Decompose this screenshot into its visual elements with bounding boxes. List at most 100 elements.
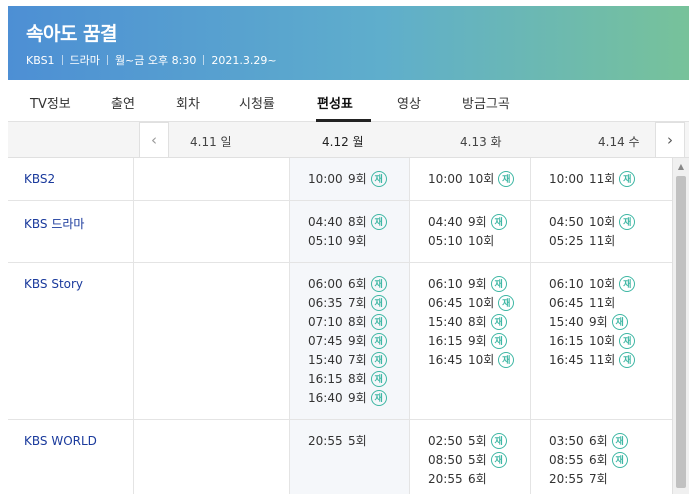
day-cell: 06:10 9회 재 06:45 10회 재 15:40 8회 재 16:15 9회 재 16:45 10…: [428, 274, 515, 369]
broadcast-slot: 15:40 8회 재: [428, 312, 514, 331]
broadcast-slot: 04:40 8회 재: [308, 212, 387, 231]
broadcast-time: 07:10: [308, 314, 343, 329]
channel-link[interactable]: KBS Story: [24, 277, 83, 291]
date-tab[interactable]: 4.14 수: [598, 133, 640, 150]
next-date-button[interactable]: ›: [655, 122, 685, 158]
scrollbar[interactable]: ▲: [672, 158, 689, 494]
broadcast-time: 04:50: [549, 214, 584, 229]
day-cell: 03:50 6회 재 08:55 6회 재 20:55 7회: [549, 431, 628, 488]
episode-number: 11회: [589, 296, 616, 310]
rerun-badge-icon: 재: [490, 213, 507, 230]
broadcast-slot: 16:15 9회 재: [428, 331, 514, 350]
episode-number: 10회: [468, 234, 495, 248]
rerun-badge-icon: 재: [619, 332, 636, 349]
rerun-badge-icon: 재: [619, 351, 636, 368]
broadcast-time: 05:10: [428, 233, 463, 248]
episode-number: 8회: [348, 315, 367, 329]
program-header: 속아도 꿈결 KBS1 드라마 월~금 오후 8:30 2021.3.29~: [8, 6, 689, 80]
day-column-bg: [133, 201, 289, 262]
date-tab-active[interactable]: 4.12 월: [322, 133, 364, 150]
broadcast-slot: 06:35 7회 재: [308, 293, 387, 312]
channel-link[interactable]: KBS 드라마: [24, 215, 84, 232]
rerun-badge-icon: 재: [619, 213, 636, 230]
schedule-grid: KBS2 10:00 9회 재 10:00 10회 재 10:00 11회 재 KBS 드라마 04:…: [8, 158, 672, 494]
tab-ratings[interactable]: 시청률: [239, 93, 275, 112]
broadcast-time: 15:40: [549, 314, 584, 329]
broadcast-slot: 16:15 10회 재: [549, 331, 636, 350]
broadcast-time: 15:40: [428, 314, 463, 329]
broadcast-time: 03:50: [549, 433, 584, 448]
rerun-badge-icon: 재: [611, 451, 628, 468]
episode-number: 11회: [589, 234, 616, 248]
episode-number: 6회: [348, 277, 367, 291]
broadcast-time: 06:35: [308, 295, 343, 310]
tab-that-song[interactable]: 방금그곡: [462, 93, 510, 112]
day-cell: 10:00 10회 재: [428, 169, 515, 188]
prev-date-button[interactable]: ‹: [139, 122, 169, 158]
rerun-badge-icon: 재: [370, 294, 387, 311]
broadcast-time: 05:10: [308, 233, 343, 248]
broadcast-slot: 05:10 9회: [308, 231, 387, 250]
program-title: 속아도 꿈결: [26, 23, 118, 45]
day-cell: 10:00 9회 재: [308, 169, 387, 188]
episode-number: 9회: [348, 172, 367, 186]
broadcast-time: 20:55: [308, 433, 343, 448]
episode-number: 7회: [348, 296, 367, 310]
channel-link[interactable]: KBS2: [24, 172, 55, 186]
scrollbar-thumb[interactable]: [676, 176, 686, 488]
rerun-badge-icon: 재: [490, 451, 507, 468]
broadcast-slot: 06:00 6회 재: [308, 274, 387, 293]
broadcast-slot: 08:55 6회 재: [549, 450, 628, 469]
broadcast-time: 04:40: [308, 214, 343, 229]
broadcast-time: 16:45: [428, 352, 463, 367]
broadcast-slot: 06:10 10회 재: [549, 274, 636, 293]
episode-number: 10회: [589, 277, 616, 291]
broadcast-slot: 10:00 11회 재: [549, 169, 636, 188]
broadcast-slot: 16:15 8회 재: [308, 369, 387, 388]
date-tab[interactable]: 4.11 일: [190, 133, 232, 150]
episode-number: 5회: [348, 434, 367, 448]
broadcast-time: 07:45: [308, 333, 343, 348]
episode-number: 10회: [468, 353, 495, 367]
program-genre: 드라마: [69, 54, 100, 67]
episode-number: 6회: [589, 434, 608, 448]
rerun-badge-icon: 재: [370, 332, 387, 349]
episode-number: 10회: [589, 334, 616, 348]
episode-number: 9회: [348, 391, 367, 405]
tab-schedule[interactable]: 편성표: [317, 93, 353, 112]
meta-divider: [106, 55, 108, 65]
broadcast-time: 16:15: [428, 333, 463, 348]
broadcast-slot: 20:55 7회: [549, 469, 628, 488]
scroll-up-arrow-icon[interactable]: ▲: [673, 158, 689, 174]
broadcast-slot: 07:10 8회 재: [308, 312, 387, 331]
rerun-badge-icon: 재: [498, 351, 515, 368]
episode-number: 9회: [468, 277, 487, 291]
episode-number: 7회: [589, 472, 608, 486]
episode-number: 9회: [348, 234, 367, 248]
schedule-row: KBS 드라마 04:40 8회 재 05:10 9회 04:40 9회 재 05:10 10회 04…: [8, 201, 672, 263]
broadcast-slot: 20:55 6회: [428, 469, 507, 488]
episode-number: 9회: [348, 334, 367, 348]
day-column-bg: [133, 158, 289, 200]
broadcast-slot: 16:45 10회 재: [428, 350, 515, 369]
program-airtime: 월~금 오후 8:30: [114, 54, 197, 67]
day-cell: 04:40 8회 재 05:10 9회: [308, 212, 387, 250]
episode-number: 8회: [468, 315, 487, 329]
episode-number: 9회: [468, 334, 487, 348]
tab-episodes[interactable]: 회차: [176, 93, 200, 112]
tab-cast[interactable]: 출연: [111, 93, 135, 112]
episode-number: 9회: [589, 315, 608, 329]
channel-link[interactable]: KBS WORLD: [24, 434, 97, 448]
day-cell: 02:50 5회 재 08:50 5회 재 20:55 6회: [428, 431, 507, 488]
broadcast-slot: 06:10 9회 재: [428, 274, 514, 293]
tab-videos[interactable]: 영상: [397, 93, 421, 112]
rerun-badge-icon: 재: [490, 275, 507, 292]
broadcast-time: 20:55: [549, 471, 584, 486]
date-tab[interactable]: 4.13 화: [460, 133, 502, 150]
day-cell: 06:00 6회 재 06:35 7회 재 07:10 8회 재 07:45 9회 재 15:40 7회 재…: [308, 274, 387, 407]
rerun-badge-icon: 재: [490, 313, 507, 330]
tab-tv-info[interactable]: TV정보: [30, 93, 71, 112]
broadcast-time: 06:00: [308, 276, 343, 291]
episode-number: 6회: [589, 453, 608, 467]
rerun-badge-icon: 재: [370, 170, 387, 187]
